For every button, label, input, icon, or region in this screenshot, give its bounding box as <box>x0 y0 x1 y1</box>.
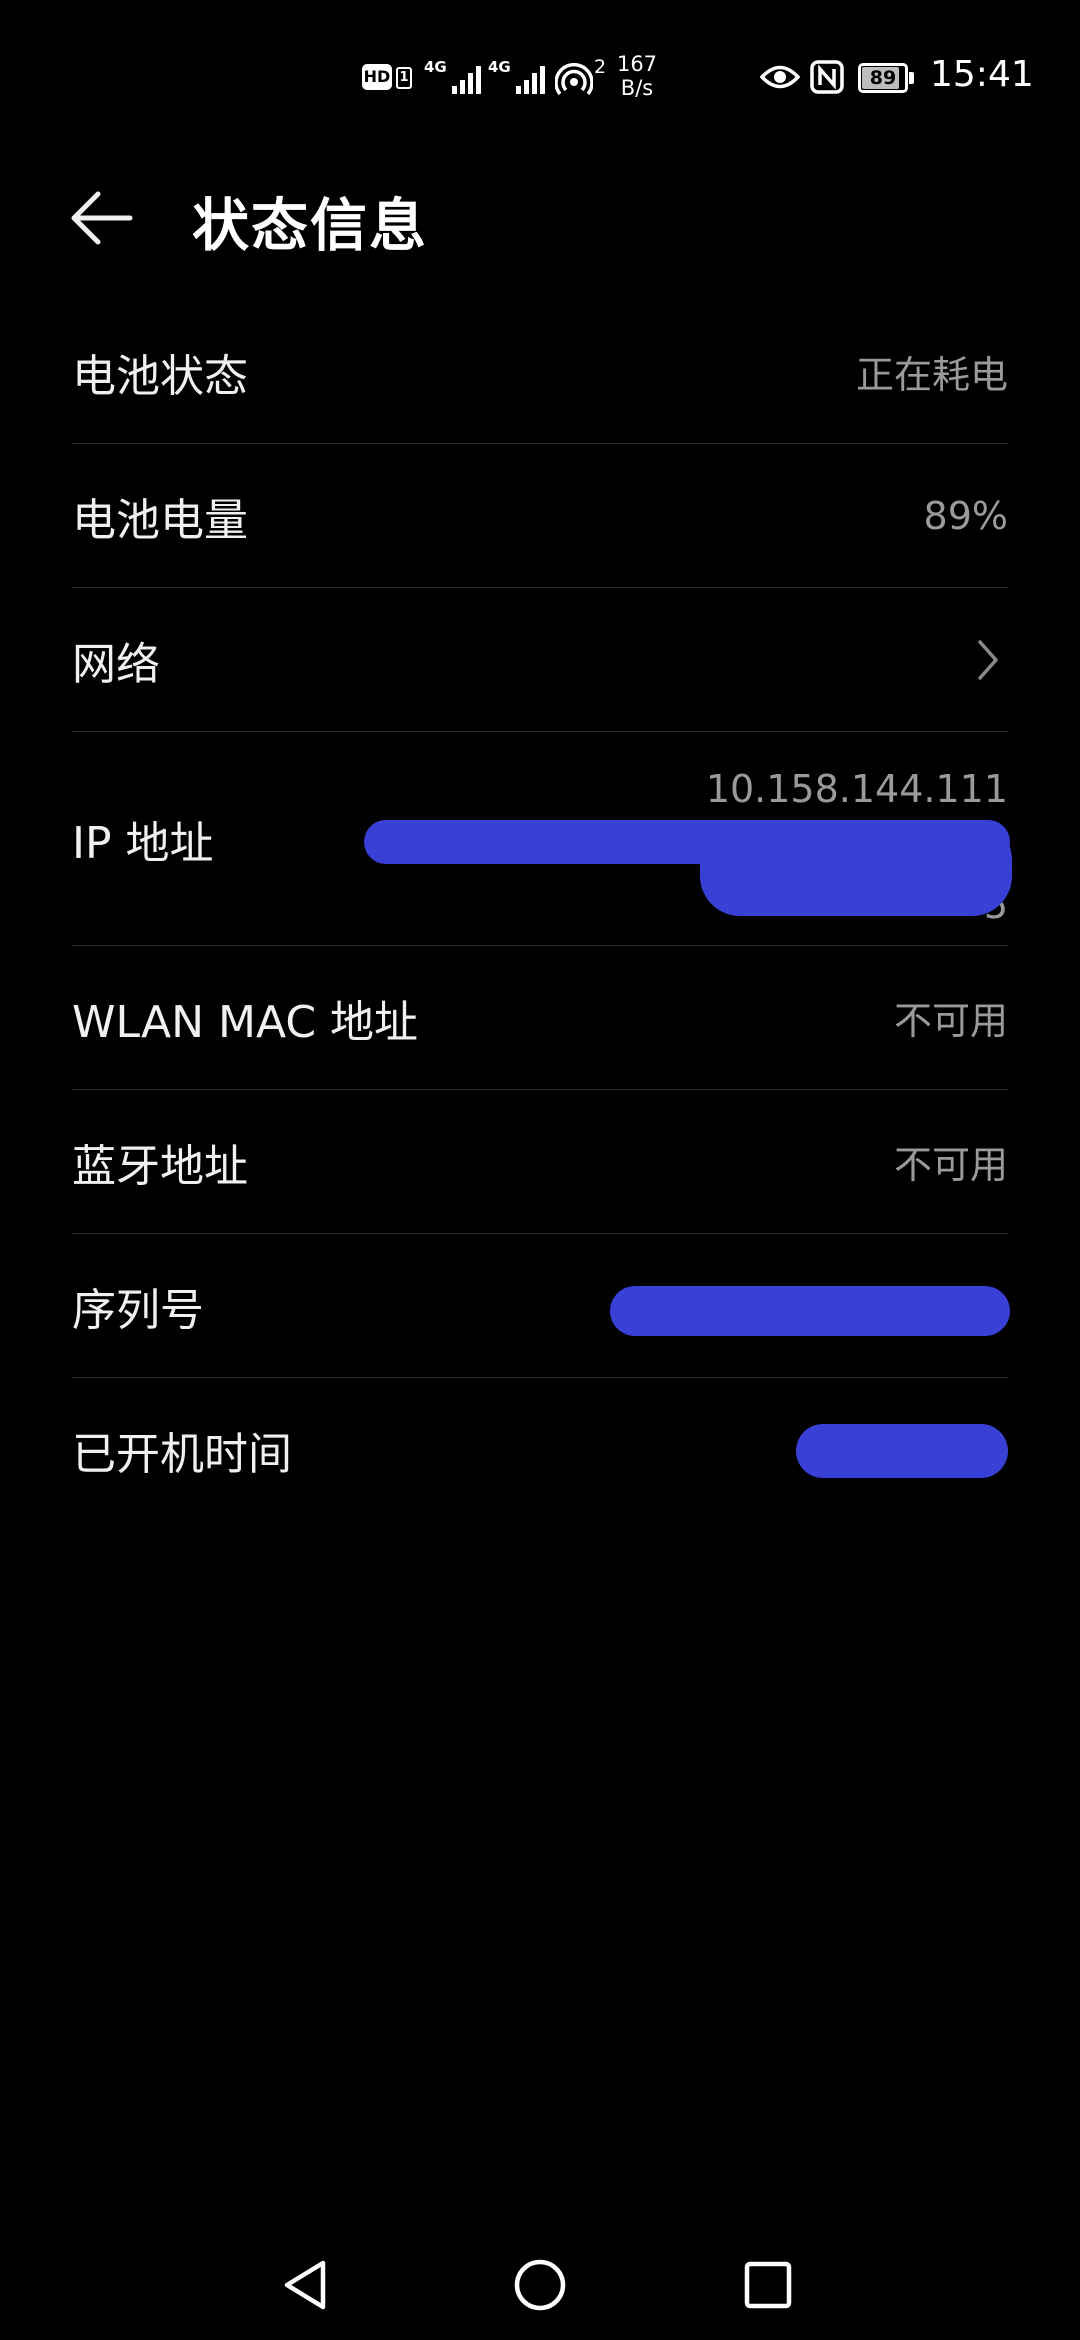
row-label: WLAN MAC 地址 <box>72 996 419 1048</box>
hotspot-connection-count: 2 <box>594 56 607 78</box>
row-value: 89% <box>923 493 1008 538</box>
page-title: 状态信息 <box>192 193 428 259</box>
row-label: 蓝牙地址 <box>72 1140 248 1192</box>
eye-comfort-icon <box>759 62 801 96</box>
list-item-serial-number: 序列号 <box>72 1234 1010 1378</box>
app-header: 状态信息 <box>0 160 1080 280</box>
sim-slot-icon: 1 <box>396 67 412 89</box>
redaction-mark <box>796 1424 1008 1478</box>
row-label: IP 地址 <box>72 817 214 869</box>
redaction-mark <box>610 1286 1010 1336</box>
row-label: 序列号 <box>72 1284 204 1336</box>
back-button[interactable] <box>58 170 154 266</box>
status-info-list: 电池状态 正在耗电 电池电量 89% 网络 IP 地址 10.158.144.1… <box>72 300 1012 1522</box>
network-speed: 167 B/s <box>612 52 662 100</box>
nfc-icon <box>810 60 844 98</box>
ipv4-address: 10.158.144.111 <box>705 767 1008 811</box>
list-item-ip-address: IP 地址 10.158.144.111 5 <box>72 732 1012 946</box>
list-item-wlan-mac: WLAN MAC 地址 不可用 <box>72 946 1008 1090</box>
chevron-right-icon <box>978 639 998 680</box>
row-label: 已开机时间 <box>72 1429 292 1480</box>
nav-back-triangle-icon <box>284 2260 326 2310</box>
nav-home-button[interactable] <box>505 2250 575 2320</box>
cell-signal-icon: 4G <box>488 58 558 98</box>
row-label: 电池电量 <box>72 494 248 546</box>
speed-unit: B/s <box>620 76 654 100</box>
row-value: 不可用 <box>893 999 1008 1043</box>
row-value: 不可用 <box>893 1143 1008 1187</box>
redaction-mark <box>700 820 1012 916</box>
list-item-network[interactable]: 网络 <box>72 588 1008 732</box>
hd-voice-icon: HD <box>362 64 392 90</box>
hotspot-icon <box>554 62 594 100</box>
cell-signal-icon: 4G <box>424 58 494 98</box>
nav-recent-apps-button[interactable] <box>733 2250 803 2320</box>
status-bar: HD 1 4G 4G 2 167 B/s 89 15:41 <box>0 0 1080 160</box>
back-arrow-icon <box>71 191 133 245</box>
list-item-bluetooth-address: 蓝牙地址 不可用 <box>72 1090 1008 1234</box>
battery-percent: 89 <box>869 67 897 89</box>
nav-back-button[interactable] <box>273 2250 343 2320</box>
list-item-battery-status: 电池状态 正在耗电 <box>72 300 1008 444</box>
speed-value: 167 <box>616 52 658 76</box>
nav-recent-square-icon <box>744 2261 792 2309</box>
list-item-battery-level: 电池电量 89% <box>72 444 1008 588</box>
clock: 15:41 <box>930 54 1034 95</box>
battery-icon: 89 <box>858 63 916 93</box>
list-item-uptime: 已开机时间 <box>72 1378 1008 1522</box>
row-label: 电池状态 <box>72 350 248 402</box>
row-value: 正在耗电 <box>855 353 1008 397</box>
row-label: 网络 <box>72 638 160 690</box>
nav-home-circle-icon <box>514 2259 566 2311</box>
system-navigation-bar <box>0 2220 1080 2340</box>
